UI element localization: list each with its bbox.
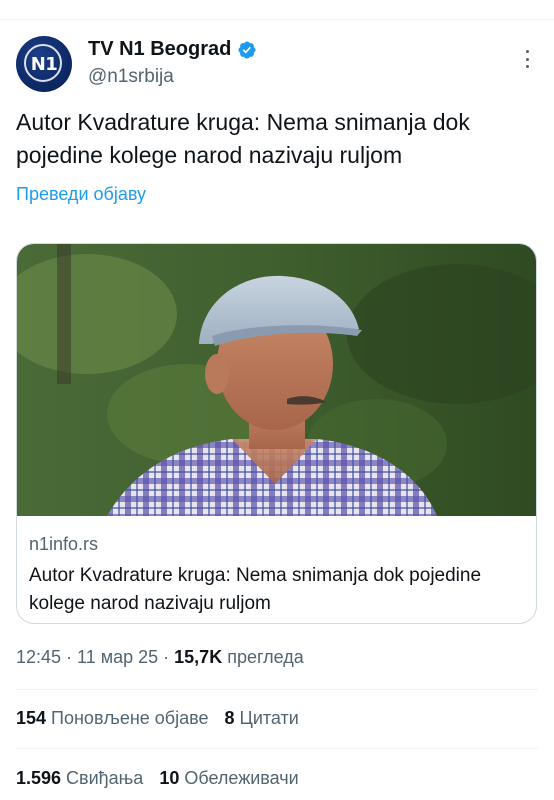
card-image [17, 244, 536, 516]
more-dot [525, 65, 529, 68]
translate-link[interactable]: Преведи објаву [16, 184, 146, 205]
stats-row-likes: 1.596 Свиђања 10 Обележивачи [16, 768, 299, 789]
more-dot [525, 50, 529, 53]
top-divider [0, 19, 554, 20]
meta-separator: · [163, 647, 170, 667]
link-card[interactable]: n1info.rs Autor Kvadrature kruga: Nema s… [16, 243, 537, 624]
bookmarks-label[interactable]: Обележивачи [184, 768, 298, 789]
card-domain: n1info.rs [29, 534, 99, 554]
divider [16, 748, 538, 749]
quotes-label[interactable]: Цитати [240, 708, 299, 729]
bookmarks-count[interactable]: 10 [159, 768, 179, 789]
likes-count[interactable]: 1.596 [16, 768, 61, 789]
views-count: 15,7K [174, 647, 223, 667]
display-name[interactable]: TV N1 Beograd [88, 38, 231, 61]
quotes-count[interactable]: 8 [225, 708, 235, 729]
avatar-ring [24, 44, 62, 82]
tweet-date[interactable]: 11 мар 25 [77, 647, 158, 668]
views-label: прегледа [227, 647, 304, 667]
more-options-icon[interactable] [515, 46, 539, 72]
tweet-time[interactable]: 12:45 [16, 647, 61, 668]
reposts-label[interactable]: Поновљене објаве [51, 708, 208, 729]
card-title: Autor Kvadrature kruga: Nema snimanja do… [29, 565, 482, 614]
divider [16, 689, 538, 690]
handle[interactable]: @n1srbija [88, 66, 174, 88]
likes-label[interactable]: Свиђања [66, 768, 143, 789]
avatar[interactable]: N1 [16, 36, 72, 92]
verified-badge-icon [238, 40, 256, 59]
reposts-count[interactable]: 154 [16, 708, 46, 729]
author-name-row[interactable]: TV N1 Beograd [88, 38, 257, 61]
meta-separator: · [66, 647, 73, 667]
stats-row-reposts: 154 Поновљене објаве 8 Цитати [16, 708, 299, 729]
tweet-text: Autor Kvadrature kruga: Nema snimanja do… [16, 109, 470, 168]
more-dot [525, 57, 529, 61]
tweet-meta: 12:45 · 11 мар 25 · 15,7K прегледа [16, 647, 304, 668]
